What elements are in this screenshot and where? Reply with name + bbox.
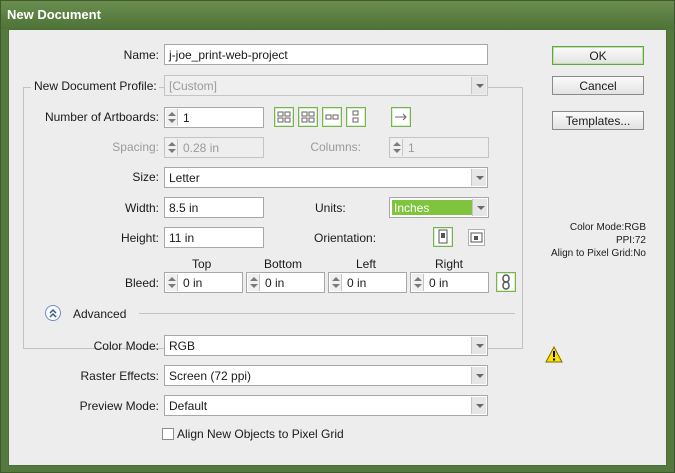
- link-chain-icon: [502, 274, 510, 290]
- stepper-arrows-icon[interactable]: [330, 274, 342, 291]
- chevron-down-icon: [471, 367, 486, 384]
- raster-effects-value: Screen (72 ppi): [169, 369, 252, 383]
- bleed-right-stepper[interactable]: 0 in: [410, 272, 489, 293]
- stepper-arrows-icon[interactable]: [391, 139, 403, 156]
- width-input[interactable]: 8.5 in: [164, 197, 264, 218]
- name-input[interactable]: j-joe_print-web-project: [164, 44, 488, 65]
- link-bleed-button[interactable]: [496, 272, 516, 292]
- bleed-header-top: Top: [192, 257, 212, 271]
- arrange-by-column-button[interactable]: [346, 107, 366, 127]
- preview-mode-select[interactable]: Default: [164, 395, 488, 416]
- templates-button[interactable]: Templates...: [552, 111, 644, 130]
- bleed-header-left: Left: [356, 257, 377, 271]
- spacing-value: 0.28 in: [183, 141, 220, 155]
- bleed-left-stepper[interactable]: 0 in: [328, 272, 407, 293]
- chevron-down-icon: [472, 199, 487, 216]
- profile-value: [Custom]: [169, 79, 218, 93]
- advanced-divider: [139, 313, 515, 314]
- info-align: Align to Pixel Grid:No: [550, 248, 646, 259]
- profile-select[interactable]: [Custom]: [164, 75, 488, 96]
- chevron-down-icon: [471, 77, 486, 94]
- artboards-label: Number of Artboards:: [44, 110, 159, 124]
- artboards-stepper[interactable]: 1: [164, 107, 264, 128]
- arrange-by-column-icon: [352, 110, 359, 123]
- stepper-arrows-icon[interactable]: [166, 274, 178, 291]
- height-input[interactable]: 11 in: [164, 227, 264, 248]
- color-mode-label: Color Mode:: [93, 339, 159, 353]
- units-label: Units:: [315, 201, 346, 215]
- preview-mode-label: Preview Mode:: [79, 399, 159, 413]
- raster-effects-label: Raster Effects:: [80, 369, 159, 383]
- bleed-right-value: 0 in: [429, 276, 449, 290]
- stepper-arrows-icon[interactable]: [248, 274, 260, 291]
- right-to-left-icon: [395, 113, 407, 121]
- grid-by-row-icon: [277, 111, 291, 123]
- columns-stepper[interactable]: 1: [389, 137, 489, 158]
- bleed-header-bottom: Bottom: [264, 257, 303, 271]
- collapse-advanced-button[interactable]: [45, 305, 61, 321]
- landscape-icon: [470, 232, 483, 243]
- chevron-down-icon: [471, 337, 486, 354]
- arrange-by-row-button[interactable]: [322, 107, 342, 127]
- cancel-button[interactable]: Cancel: [552, 76, 644, 95]
- document-info: Color Mode:RGB PPI:72 Align to Pixel Gri…: [509, 221, 646, 260]
- bleed-label: Bleed:: [124, 276, 159, 290]
- units-select[interactable]: Inches: [389, 197, 489, 218]
- stepper-arrows-icon[interactable]: [412, 274, 424, 291]
- bleed-top-stepper[interactable]: 0 in: [164, 272, 243, 293]
- bleed-bottom-value: 0 in: [265, 276, 285, 290]
- orientation-label: Orientation:: [314, 231, 377, 245]
- align-pixel-grid-label[interactable]: Align New Objects to Pixel Grid: [177, 427, 344, 441]
- profile-label: New Document Profile:: [31, 79, 159, 93]
- stepper-arrows-icon[interactable]: [166, 139, 178, 156]
- height-label: Height:: [120, 231, 159, 245]
- arrange-by-row-icon: [325, 114, 339, 120]
- right-to-left-button[interactable]: [391, 107, 411, 127]
- stepper-arrows-icon[interactable]: [166, 109, 178, 126]
- grid-by-row-button[interactable]: [274, 107, 294, 127]
- name-label: Name:: [123, 48, 159, 62]
- spacing-stepper[interactable]: 0.28 in: [164, 137, 264, 158]
- portrait-icon: [438, 229, 448, 244]
- warning-icon: [545, 346, 563, 363]
- color-mode-select[interactable]: RGB: [164, 335, 488, 356]
- size-label: Size:: [132, 170, 159, 184]
- units-value: Inches: [392, 200, 472, 215]
- info-ppi: PPI:72: [615, 235, 646, 246]
- bleed-top-value: 0 in: [183, 276, 203, 290]
- dialog-client-area: Name: j-joe_print-web-project New Docume…: [8, 29, 667, 466]
- artboards-value: 1: [183, 111, 190, 125]
- preview-mode-value: Default: [169, 399, 208, 413]
- spacing-label: Spacing:: [112, 140, 159, 154]
- grid-by-column-icon: [301, 111, 315, 123]
- bleed-left-value: 0 in: [347, 276, 367, 290]
- info-color-mode: Color Mode:RGB: [569, 222, 646, 233]
- advanced-label: Advanced: [73, 307, 127, 321]
- chevron-double-up-icon: [49, 308, 57, 318]
- columns-value: 1: [408, 141, 415, 155]
- dialog-title: New Document: [1, 1, 674, 29]
- width-label: Width:: [124, 201, 159, 215]
- new-document-dialog: New Document Name: j-joe_print-web-proje…: [0, 0, 675, 473]
- align-pixel-grid-checkbox[interactable]: [162, 428, 174, 440]
- bleed-bottom-stepper[interactable]: 0 in: [246, 272, 325, 293]
- color-mode-value: RGB: [169, 339, 196, 353]
- landscape-orientation-button[interactable]: [468, 229, 485, 246]
- columns-label: Columns:: [310, 140, 361, 154]
- size-value: Letter: [169, 171, 200, 185]
- chevron-down-icon: [471, 169, 486, 186]
- raster-effects-select[interactable]: Screen (72 ppi): [164, 365, 488, 386]
- chevron-down-icon: [471, 397, 486, 414]
- bleed-header-right: Right: [435, 257, 464, 271]
- grid-by-column-button[interactable]: [298, 107, 318, 127]
- portrait-orientation-button[interactable]: [433, 227, 453, 247]
- size-select[interactable]: Letter: [164, 167, 488, 188]
- ok-button[interactable]: OK: [552, 46, 644, 65]
